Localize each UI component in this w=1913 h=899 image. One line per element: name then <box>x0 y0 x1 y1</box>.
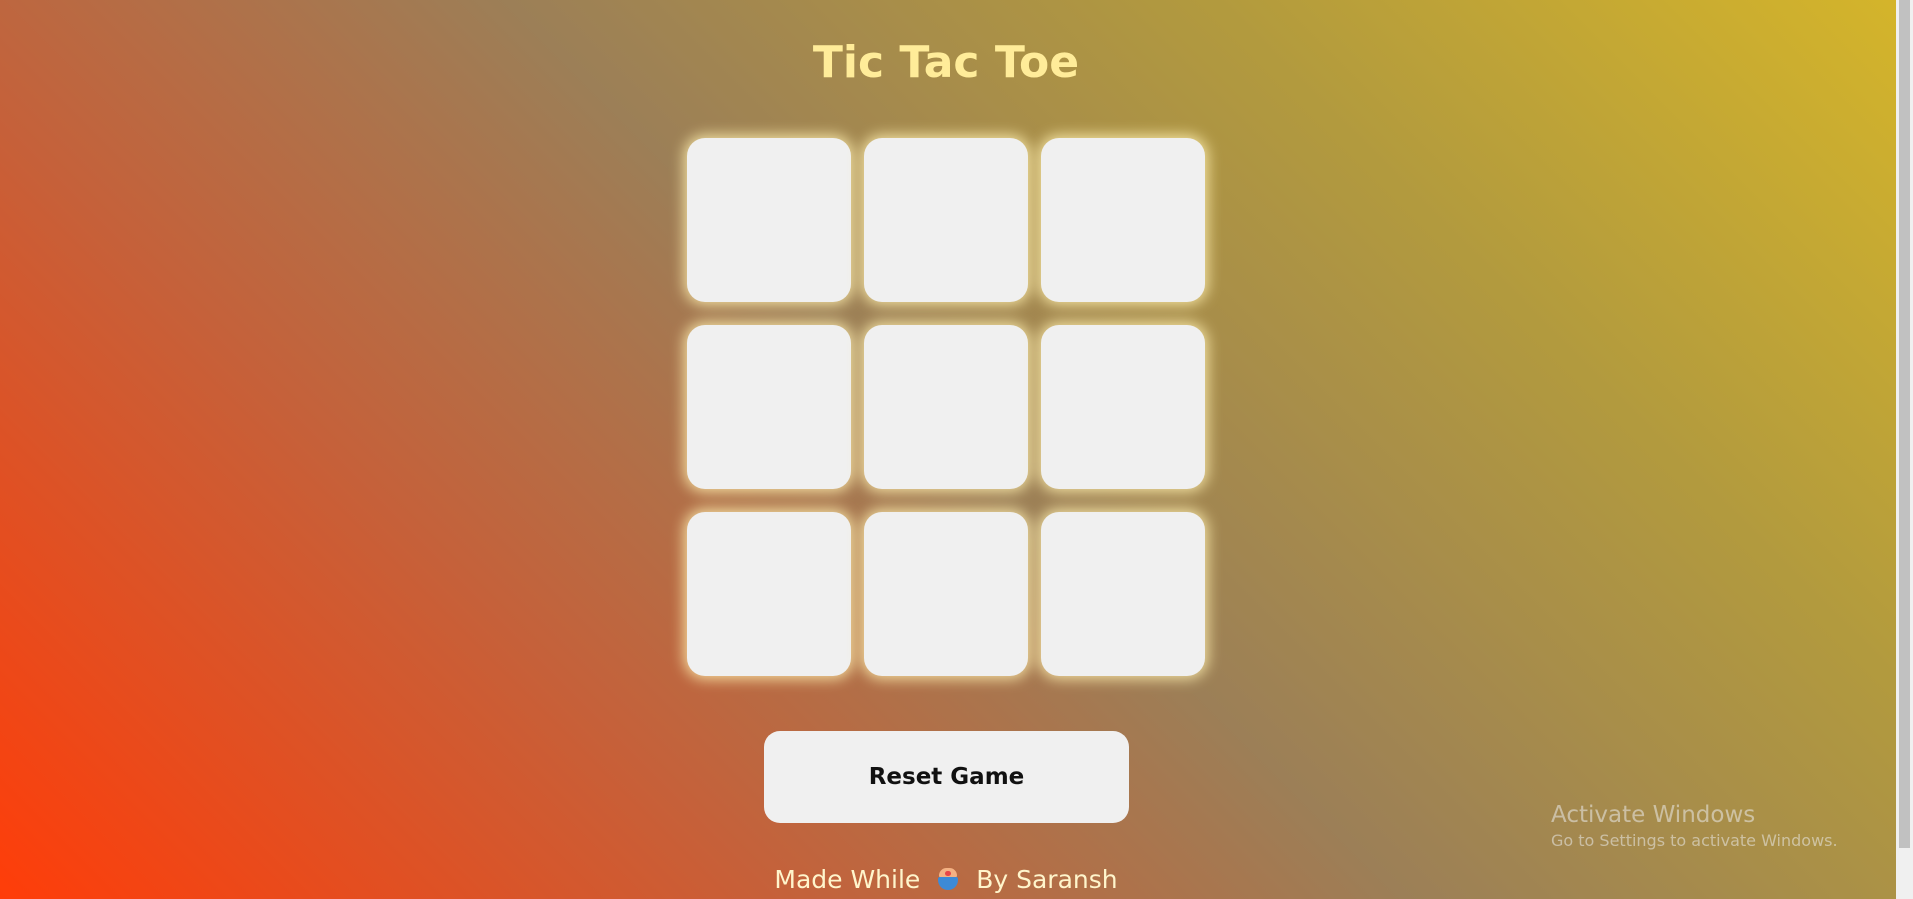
game-board <box>687 138 1205 676</box>
vertical-scrollbar[interactable] <box>1896 0 1913 899</box>
reset-game-button[interactable]: Reset Game <box>764 731 1129 823</box>
footer-credit: Made While By Saransh <box>0 864 1892 896</box>
game-title: Tic Tac Toe <box>812 37 1080 88</box>
board-cell-8[interactable] <box>864 512 1028 676</box>
board-cell-6[interactable] <box>1041 325 1205 489</box>
coffee-cup-icon <box>936 866 960 892</box>
board-cell-3[interactable] <box>1041 138 1205 302</box>
board-cell-2[interactable] <box>864 138 1028 302</box>
footer-author: By Saransh <box>976 865 1118 894</box>
activate-windows-watermark: Activate Windows Go to Settings to activ… <box>1551 800 1838 852</box>
watermark-subtitle: Go to Settings to activate Windows. <box>1551 831 1838 850</box>
board-cell-9[interactable] <box>1041 512 1205 676</box>
board-cell-1[interactable] <box>687 138 851 302</box>
scrollbar-thumb[interactable] <box>1899 0 1910 848</box>
footer-prefix: Made While <box>774 865 921 894</box>
watermark-title: Activate Windows <box>1551 802 1756 828</box>
board-cell-7[interactable] <box>687 512 851 676</box>
board-cell-5[interactable] <box>864 325 1028 489</box>
board-cell-4[interactable] <box>687 325 851 489</box>
